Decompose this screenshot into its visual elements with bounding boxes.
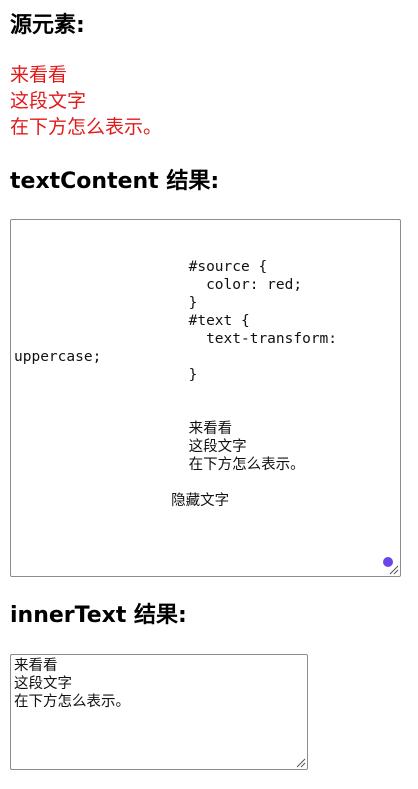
resize-grip-icon[interactable]	[295, 757, 306, 768]
text-content-heading: textContent 结果:	[10, 169, 220, 194]
resize-grip-icon[interactable]	[388, 564, 399, 575]
source-line-3: 在下方怎么表示。	[10, 116, 163, 138]
inner-text-textarea[interactable]: 来看看 这段文字 在下方怎么表示。	[10, 654, 308, 770]
source-line-1: 来看看	[10, 64, 68, 86]
inner-text-heading: innerText 结果:	[10, 603, 187, 628]
source-line-2: 这段文字	[10, 90, 87, 112]
inner-text-value: 来看看 这段文字 在下方怎么表示。	[14, 658, 130, 710]
text-content-value: #source { color: red; } #text { text-tra…	[14, 259, 338, 509]
text-content-textarea[interactable]: #source { color: red; } #text { text-tra…	[10, 219, 401, 577]
source-heading: 源元素:	[10, 13, 85, 38]
source-element: 来看看 这段文字 在下方怎么表示。	[10, 62, 162, 140]
